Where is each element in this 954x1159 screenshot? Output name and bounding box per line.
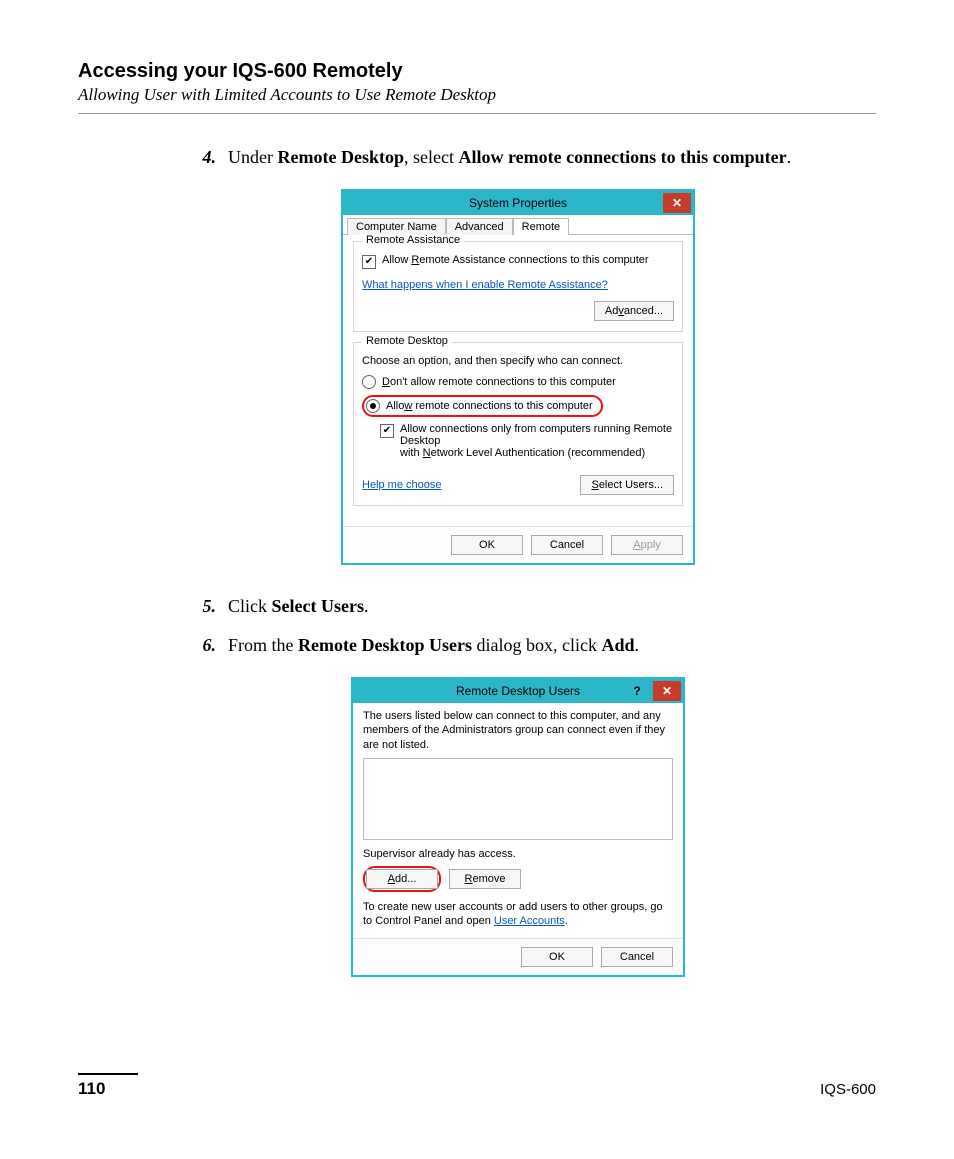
close-icon[interactable]: ✕: [663, 193, 691, 213]
user-accounts-link[interactable]: User Accounts: [494, 915, 565, 927]
remote-desktop-group: Remote Desktop Choose an option, and the…: [353, 342, 683, 506]
dialog-footer: OK Cancel: [353, 938, 683, 975]
group-title: Remote Assistance: [362, 234, 464, 246]
group-title: Remote Desktop: [362, 335, 452, 347]
step-text: From the: [228, 635, 298, 655]
step-bold: Select Users: [272, 596, 364, 616]
checkbox-icon: ✔: [380, 424, 394, 438]
step-text: dialog box, click: [472, 635, 601, 655]
remote-assistance-group: Remote Assistance ✔ Allow Remote Assista…: [353, 241, 683, 332]
ok-button[interactable]: OK: [521, 947, 593, 967]
dialog-description: The users listed below can connect to th…: [363, 709, 673, 752]
dialog-title-text: System Properties: [469, 196, 567, 210]
dont-allow-radio[interactable]: Don't allow remote connections to this c…: [362, 375, 674, 389]
step-text: .: [634, 635, 639, 655]
apply-button[interactable]: Apply: [611, 535, 683, 555]
help-me-choose-link[interactable]: Help me choose: [362, 479, 442, 491]
header-rule: [78, 113, 876, 114]
page-number: 110: [78, 1079, 105, 1099]
nla-checkbox[interactable]: ✔ Allow connections only from computers …: [380, 423, 674, 459]
step-bold: Allow remote connections to this compute…: [458, 147, 786, 167]
remote-desktop-users-dialog: Remote Desktop Users ? ✕ The users liste…: [351, 677, 685, 977]
allow-remote-radio[interactable]: Allow remote connections to this compute…: [366, 399, 593, 413]
remote-assistance-help-link[interactable]: What happens when I enable Remote Assist…: [362, 279, 608, 291]
step-bold: Add: [601, 635, 634, 655]
page-title: Accessing your IQS-600 Remotely: [78, 60, 876, 83]
step-body: Under Remote Desktop, select Allow remot…: [228, 144, 848, 171]
remove-button[interactable]: Remove: [449, 869, 521, 889]
close-icon[interactable]: ✕: [653, 681, 681, 701]
advanced-button[interactable]: Advanced...: [594, 301, 674, 321]
ok-button[interactable]: OK: [451, 535, 523, 555]
radio-label: Don't allow remote connections to this c…: [382, 376, 616, 388]
dialog-titlebar: Remote Desktop Users ? ✕: [353, 679, 683, 703]
choose-option-text: Choose an option, and then specify who c…: [362, 355, 674, 367]
tab-computer-name[interactable]: Computer Name: [347, 218, 446, 235]
checkbox-icon: ✔: [362, 255, 376, 269]
step-body: From the Remote Desktop Users dialog box…: [228, 632, 848, 659]
step-number: 6.: [188, 632, 216, 659]
model-label: IQS-600: [820, 1081, 876, 1098]
checkbox-label: Allow Remote Assistance connections to t…: [382, 254, 649, 266]
create-accounts-note: To create new user accounts or add users…: [363, 900, 673, 929]
step-number: 4.: [188, 144, 216, 171]
step-text: .: [364, 596, 369, 616]
step-bold: Remote Desktop Users: [298, 635, 472, 655]
step-bold: Remote Desktop: [277, 147, 403, 167]
step-body: Click Select Users.: [228, 593, 848, 620]
allow-remote-assistance-checkbox[interactable]: ✔ Allow Remote Assistance connections to…: [362, 254, 674, 269]
step-5: 5. Click Select Users.: [188, 593, 848, 620]
step-text: , select: [404, 147, 458, 167]
tab-advanced[interactable]: Advanced: [446, 218, 513, 235]
system-properties-dialog: System Properties ✕ Computer Name Advanc…: [341, 189, 695, 565]
cancel-button[interactable]: Cancel: [601, 947, 673, 967]
step-number: 5.: [188, 593, 216, 620]
tab-strip: Computer Name Advanced Remote: [343, 215, 693, 235]
help-icon[interactable]: ?: [623, 681, 651, 701]
step-6: 6. From the Remote Desktop Users dialog …: [188, 632, 848, 659]
step-text: .: [787, 147, 792, 167]
access-note: Supervisor already has access.: [363, 848, 673, 860]
radio-label: Allow remote connections to this compute…: [386, 400, 593, 412]
page-footer: 110 IQS-600: [78, 1073, 876, 1099]
page-subtitle: Allowing User with Limited Accounts to U…: [78, 85, 876, 105]
cancel-button[interactable]: Cancel: [531, 535, 603, 555]
highlight-oval: Add...: [363, 866, 441, 892]
radio-icon: [366, 399, 380, 413]
add-button[interactable]: Add...: [366, 869, 438, 889]
step-4: 4. Under Remote Desktop, select Allow re…: [188, 144, 848, 171]
highlight-oval: Allow remote connections to this compute…: [362, 395, 603, 417]
dialog-footer: OK Cancel Apply: [343, 526, 693, 563]
radio-icon: [362, 375, 376, 389]
dialog-title-text: Remote Desktop Users: [456, 684, 580, 698]
select-users-button[interactable]: Select Users...: [580, 475, 674, 495]
step-text: Under: [228, 147, 277, 167]
checkbox-label: Allow connections only from computers ru…: [400, 423, 674, 459]
step-text: Click: [228, 596, 272, 616]
dialog-titlebar: System Properties ✕: [343, 191, 693, 215]
tab-remote[interactable]: Remote: [513, 218, 570, 235]
user-list[interactable]: [363, 758, 673, 840]
